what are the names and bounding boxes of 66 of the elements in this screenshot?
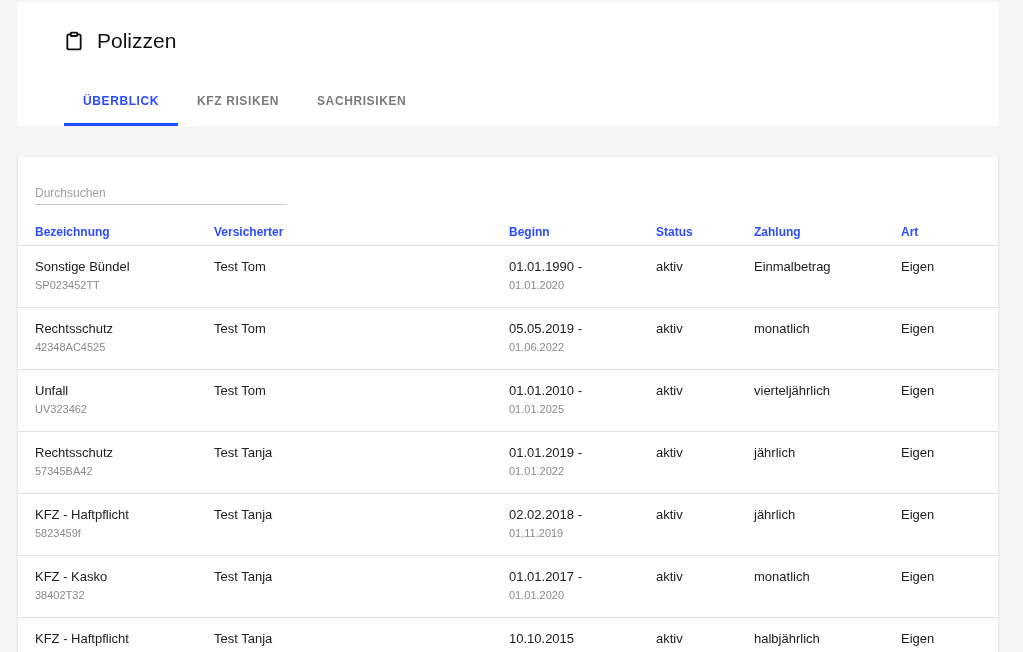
payment-text: jährlich	[754, 445, 796, 461]
policy-number: 38402T32	[35, 588, 85, 602]
status-text: aktiv	[656, 631, 683, 647]
policy-name: KFZ - Haftpflicht	[35, 507, 129, 523]
status-text: aktiv	[656, 445, 683, 461]
policy-number: 5823459f	[35, 526, 81, 540]
policy-number: 57345BA42	[35, 464, 93, 478]
payment-text: halbjährlich	[754, 631, 820, 647]
tab[interactable]: SACHRISIKEN	[298, 78, 426, 126]
insured-name: Test Tanja	[214, 569, 273, 585]
policy-name: Sonstige Bündel	[35, 259, 130, 275]
type-text: Eigen	[901, 445, 935, 461]
start-date: 01.01.2010 -	[509, 383, 582, 399]
start-date: 01.01.2017 -	[509, 569, 582, 585]
policy-name: Rechtsschutz	[35, 321, 114, 337]
end-date: 01.01.2020	[509, 588, 565, 602]
end-date: 01.01.2025	[509, 402, 565, 416]
tab[interactable]: KFZ RISIKEN	[178, 78, 298, 126]
start-date: 02.02.2018 -	[509, 507, 582, 523]
insured-name: Test Tom	[214, 259, 266, 275]
payment-text: vierteljährlich	[754, 383, 830, 399]
start-date: 01.01.1990 -	[509, 259, 582, 275]
type-text: Eigen	[901, 321, 935, 337]
page-title: Polizzen	[97, 28, 177, 55]
policy-number: UV323462	[35, 402, 87, 416]
status-text: aktiv	[656, 321, 683, 337]
policy-name: KFZ - Kasko	[35, 569, 108, 585]
insured-name: Test Tanja	[214, 507, 273, 523]
policy-name: Rechtsschutz	[35, 445, 114, 461]
column-header[interactable]: Art	[901, 224, 998, 240]
start-date: 01.01.2019 -	[509, 445, 582, 461]
policy-number: SP023452TT	[35, 278, 100, 292]
type-text: Eigen	[901, 383, 935, 399]
column-header[interactable]: Beginn	[509, 224, 656, 240]
end-date: 01.01.2020	[509, 278, 565, 292]
column-header[interactable]: Bezeichnung	[35, 224, 214, 240]
insured-name: Test Tanja	[214, 631, 273, 647]
end-date: 01.11.2019	[509, 526, 564, 540]
status-text: aktiv	[656, 259, 683, 275]
payment-text: monatlich	[754, 321, 810, 337]
insured-name: Test Tanja	[214, 445, 273, 461]
status-text: aktiv	[656, 383, 683, 399]
type-text: Eigen	[901, 631, 935, 647]
insured-name: Test Tom	[214, 383, 266, 399]
end-date: 01.01.2022	[509, 464, 565, 478]
type-text: Eigen	[901, 569, 935, 585]
search-field[interactable]: Durchsuchen	[35, 181, 287, 205]
tab[interactable]: ÜBERBLICK	[64, 78, 179, 126]
clipboard-icon	[64, 30, 84, 52]
column-header[interactable]: Zahlung	[754, 224, 901, 240]
policy-number: 42348AC4525	[35, 340, 106, 354]
column-header[interactable]: Status	[656, 224, 754, 240]
end-date: 01.06.2022	[509, 340, 565, 354]
payment-text: jährlich	[754, 507, 796, 523]
insured-name: Test Tom	[214, 321, 266, 337]
type-text: Eigen	[901, 259, 935, 275]
type-text: Eigen	[901, 507, 935, 523]
column-header[interactable]: Versicherter	[214, 224, 509, 240]
payment-text: Einmalbetrag	[754, 259, 831, 275]
payment-text: monatlich	[754, 569, 810, 585]
status-text: aktiv	[656, 507, 683, 523]
policy-name: KFZ - Haftpflicht	[35, 631, 129, 647]
start-date: 10.10.2015	[509, 631, 575, 647]
start-date: 05.05.2019 -	[509, 321, 582, 337]
status-text: aktiv	[656, 569, 683, 585]
policy-name: Unfall	[35, 383, 69, 399]
